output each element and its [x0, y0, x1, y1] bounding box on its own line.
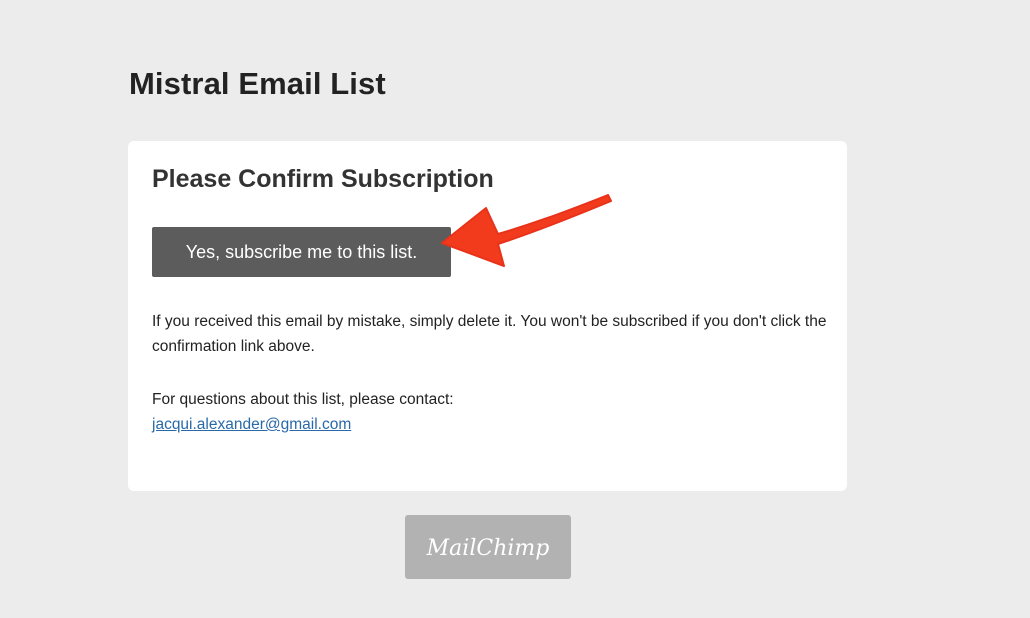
mistake-notice: If you received this email by mistake, s…	[152, 313, 827, 355]
mailchimp-logo-text: MailChimp	[426, 536, 550, 561]
red-arrow-icon	[441, 194, 612, 267]
page-title: Mistral Email List	[129, 66, 386, 101]
contact-email-link[interactable]: jacqui.alexander@gmail.com	[152, 416, 351, 433]
contact-block: For questions about this list, please co…	[152, 387, 832, 437]
mailchimp-logo-icon: MailChimp	[426, 536, 550, 561]
confirm-subscription-button[interactable]: Yes, subscribe me to this list.	[152, 227, 451, 277]
contact-prompt: For questions about this list, please co…	[152, 391, 454, 408]
mailchimp-badge[interactable]: MailChimp	[405, 515, 571, 579]
